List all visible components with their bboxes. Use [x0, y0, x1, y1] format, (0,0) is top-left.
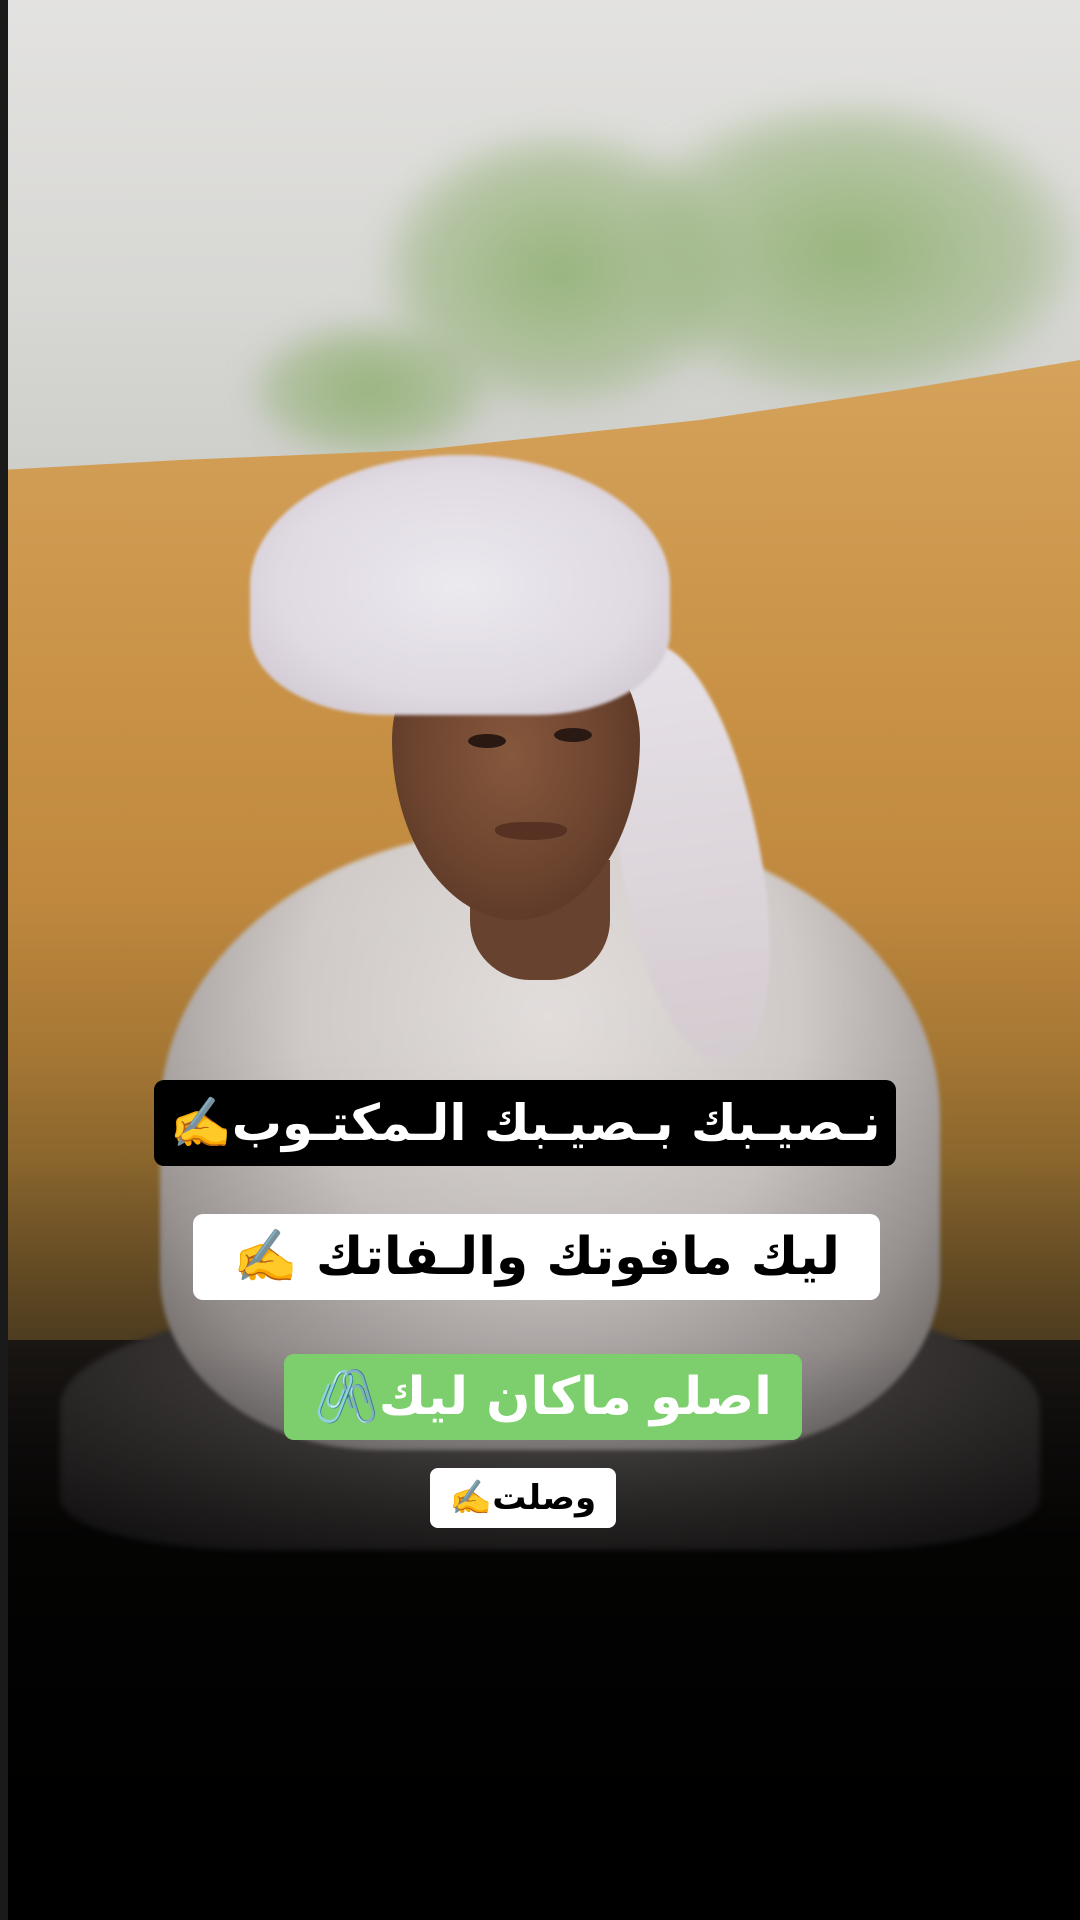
video-frame: نـصيـبك بـصيـبك الـمكتـوب✍️ ليك مافوتك و… [0, 0, 1080, 1920]
caption-line-3: اصلو ماكان ليك🖇️ [284, 1354, 802, 1440]
left-edge-strip [0, 0, 8, 1920]
background-photo [0, 0, 1080, 1920]
caption-line-4: وصلت✍️ [430, 1468, 616, 1528]
caption-line-1: نـصيـبك بـصيـبك الـمكتـوب✍️ [154, 1080, 896, 1166]
bottom-fade [0, 0, 1080, 1920]
caption-line-2: ليك مافوتك والـفاتك ✍️ [193, 1214, 880, 1300]
